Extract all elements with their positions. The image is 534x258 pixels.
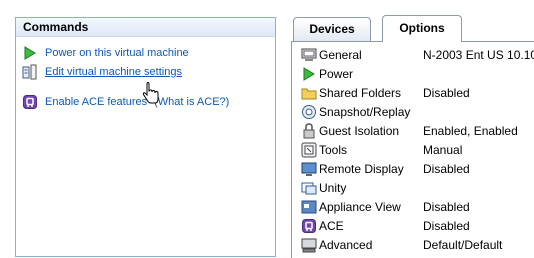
ace-icon — [22, 94, 38, 110]
option-row-advanced[interactable]: Advanced Default/Default — [301, 235, 534, 254]
play-icon — [22, 45, 38, 61]
option-row-general[interactable]: General N-2003 Ent US 10.109 — [301, 45, 534, 64]
tab-options[interactable]: Options — [382, 15, 462, 42]
option-row-appliance-view[interactable]: Appliance View Disabled — [301, 197, 534, 216]
option-row-tools[interactable]: Tools Manual — [301, 140, 534, 159]
option-name: Tools — [319, 142, 348, 157]
ace-icon — [301, 218, 317, 234]
option-row-guest-isolation[interactable]: Guest Isolation Enabled, Enabled — [301, 121, 534, 140]
advanced-icon — [301, 237, 317, 253]
commands-header: Commands — [16, 18, 275, 37]
option-name: General — [319, 47, 362, 62]
option-value: Disabled — [423, 218, 470, 233]
option-value: Disabled — [423, 161, 470, 176]
option-name: Remote Display — [319, 161, 404, 176]
enable-ace-label[interactable]: Enable ACE features — [45, 96, 147, 108]
option-row-unity[interactable]: Unity — [301, 178, 534, 197]
power-icon — [301, 66, 317, 82]
option-name: Power — [319, 66, 354, 81]
option-value: Default/Default — [423, 237, 503, 252]
option-row-ace[interactable]: ACE Disabled — [301, 216, 534, 235]
edit-settings-command[interactable]: Edit virtual machine settings — [22, 64, 182, 80]
monitor-icon — [301, 161, 317, 177]
edit-settings-label[interactable]: Edit virtual machine settings — [45, 66, 182, 78]
option-name: Advanced — [319, 237, 373, 252]
hand-cursor-icon — [142, 82, 159, 104]
option-row-power[interactable]: Power — [301, 64, 534, 83]
option-value: Disabled — [423, 199, 470, 214]
commands-panel: Commands Power on this virtual machine E… — [15, 17, 276, 257]
option-name: Unity — [319, 180, 347, 195]
folder-icon — [301, 85, 317, 101]
settings-icon — [22, 64, 38, 80]
power-on-label[interactable]: Power on this virtual machine — [45, 47, 189, 59]
options-list: General N-2003 Ent US 10.109 Power Share… — [291, 41, 534, 258]
option-name: ACE — [319, 218, 344, 233]
enable-ace-command[interactable]: Enable ACE features (What is ACE?) — [22, 94, 229, 110]
isolation-icon — [301, 122, 317, 139]
unity-icon — [301, 180, 317, 196]
power-on-command[interactable]: Power on this virtual machine — [22, 45, 189, 61]
option-row-shared-folders[interactable]: Shared Folders Disabled — [301, 83, 534, 102]
tools-icon — [301, 142, 317, 158]
option-value: Disabled — [423, 85, 470, 100]
option-name: Shared Folders — [319, 85, 402, 100]
option-value: N-2003 Ent US 10.109 — [423, 47, 534, 62]
what-is-ace-link[interactable]: (What is ACE?) — [154, 96, 229, 108]
tab-devices[interactable]: Devices — [293, 17, 371, 41]
option-name: Snapshot/Replay — [319, 104, 411, 119]
general-icon — [301, 47, 317, 63]
option-value: Manual — [423, 142, 463, 157]
option-value: Enabled, Enabled — [423, 123, 518, 138]
snapshot-icon — [301, 104, 317, 120]
option-name: Appliance View — [319, 199, 401, 214]
option-row-snapshot[interactable]: Snapshot/Replay — [301, 102, 534, 121]
option-row-remote-display[interactable]: Remote Display Disabled — [301, 159, 534, 178]
appliance-icon — [301, 199, 317, 215]
option-name: Guest Isolation — [319, 123, 400, 138]
